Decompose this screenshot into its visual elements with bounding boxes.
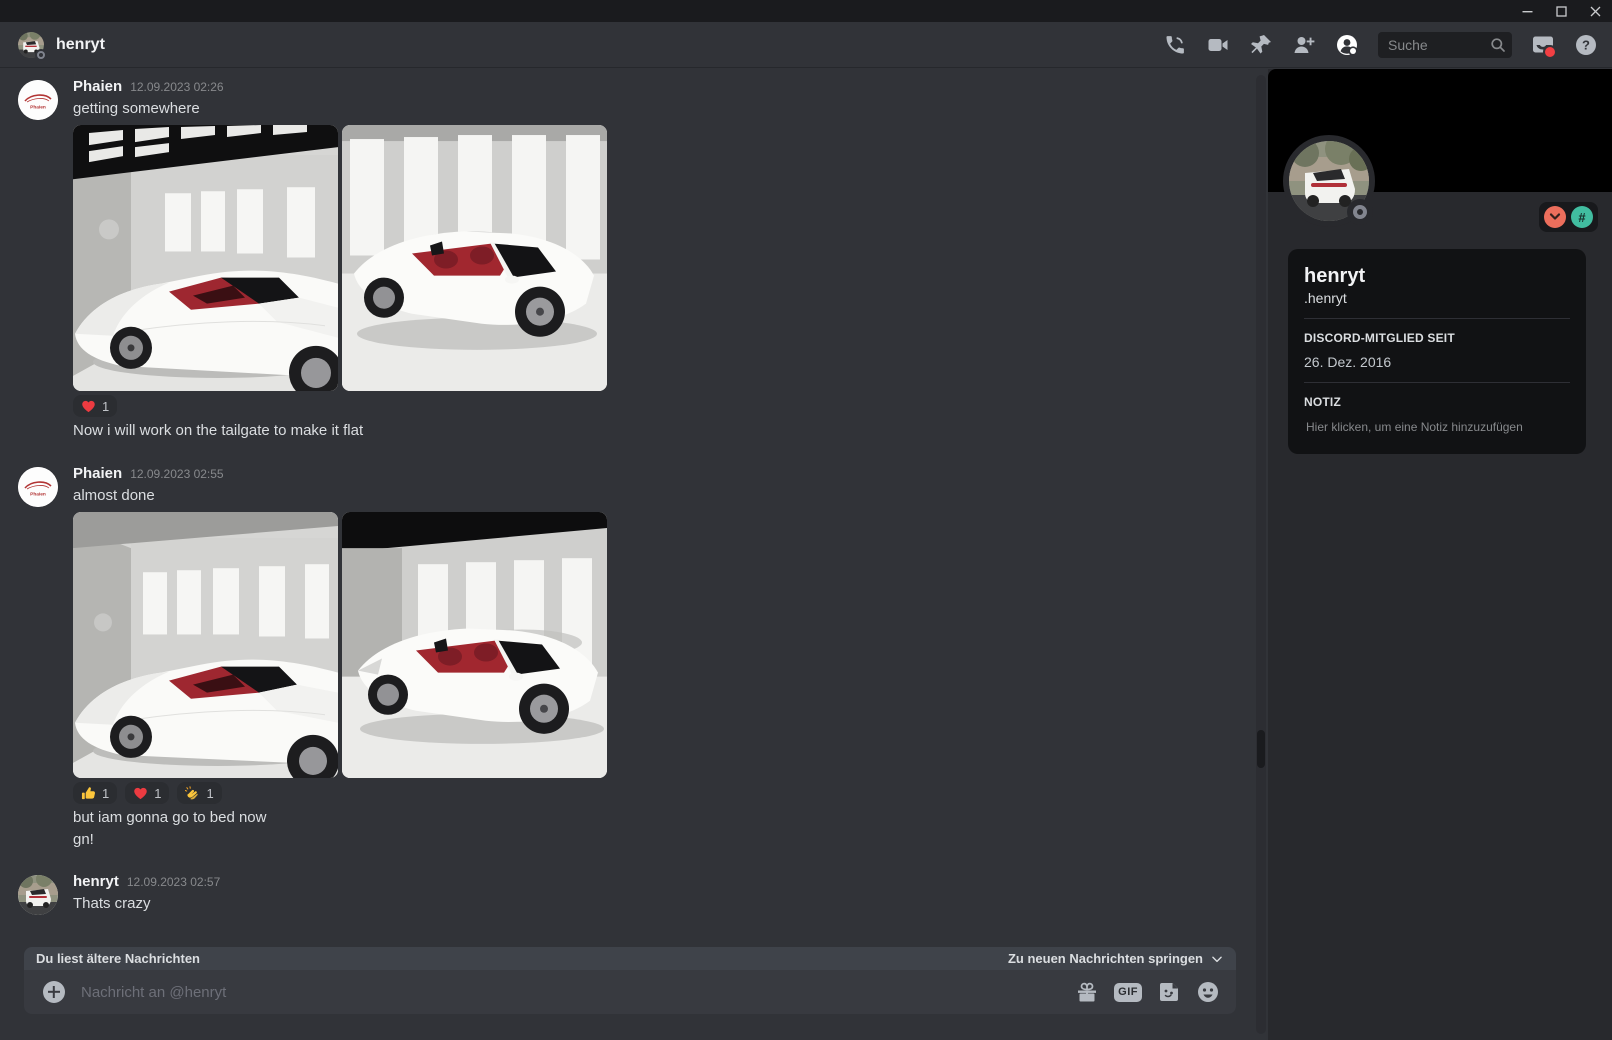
heart-emoji: [134, 787, 147, 799]
profile-card: henryt .henryt DISCORD-MITGLIED SEIT 26.…: [1288, 249, 1586, 454]
member-since-label: DISCORD-MITGLIED SEIT: [1304, 331, 1455, 345]
attachment-row: [73, 125, 1254, 391]
help-icon[interactable]: ?: [1574, 33, 1598, 57]
message-text: almost done: [73, 487, 155, 504]
gif-icon[interactable]: GIF: [1114, 982, 1142, 1002]
maximize-icon[interactable]: [1544, 0, 1578, 22]
message-timestamp: 12.09.2023 02:55: [130, 467, 224, 481]
message-group: Phaien Phaien 12.09.2023 02:55 almost do…: [0, 465, 1254, 851]
heart-emoji: [82, 400, 95, 412]
offline-status-icon: [1347, 199, 1373, 225]
message-text: gn!: [73, 831, 94, 848]
message-list: Phaien Phaien 12.09.2023 02:26 getting s…: [0, 69, 1254, 944]
composer-block: Du liest ältere Nachrichten Zu neuen Nac…: [24, 947, 1236, 1014]
svg-text:Phaien: Phaien: [30, 105, 46, 111]
main-area: Phaien Phaien 12.09.2023 02:26 getting s…: [0, 69, 1612, 1040]
chat-scrollbar-track[interactable]: [1256, 75, 1266, 1034]
profile-badges: #: [1539, 202, 1598, 232]
profile-display-name: henryt: [1304, 265, 1366, 287]
svg-text:Phaien: Phaien: [30, 492, 46, 498]
attachment-image[interactable]: [342, 125, 607, 391]
message-author[interactable]: henryt: [73, 873, 119, 890]
message-author[interactable]: Phaien: [73, 78, 122, 95]
message-timestamp: 12.09.2023 02:26: [130, 80, 224, 94]
message-text: but iam gonna go to bed now: [73, 809, 267, 826]
reading-older-label: Du liest ältere Nachrichten: [36, 951, 200, 966]
avatar[interactable]: Phaien: [18, 80, 58, 120]
user-profile-icon[interactable]: [1335, 33, 1359, 57]
message-group: henryt 12.09.2023 02:57 Thats crazy: [0, 873, 1254, 915]
profile-avatar[interactable]: [1283, 135, 1375, 227]
dm-title: henryt: [56, 35, 105, 53]
discord-dm-window: { "titlebar": {"icons": ["minimize-icon"…: [0, 0, 1612, 1040]
svg-text:?: ?: [1582, 37, 1590, 52]
attachment-image[interactable]: [342, 512, 607, 778]
reaction-count: 1: [102, 398, 110, 414]
reactions-row: 1: [73, 395, 1254, 417]
reaction-thumbsup[interactable]: 1: [73, 782, 118, 804]
attachment-row: [73, 512, 1254, 778]
avatar[interactable]: Phaien: [18, 467, 58, 507]
message-text: getting somewhere: [73, 100, 200, 117]
add-attachment-icon[interactable]: [43, 981, 65, 1003]
video-call-icon[interactable]: [1206, 33, 1230, 57]
attachment-image[interactable]: [73, 512, 338, 778]
chat-pane: Phaien Phaien 12.09.2023 02:26 getting s…: [0, 69, 1268, 1040]
avatar[interactable]: [18, 875, 58, 915]
search-icon: [1491, 37, 1505, 52]
message-text: Thats crazy: [73, 895, 151, 912]
inbox-icon[interactable]: [1531, 33, 1557, 59]
sticker-icon[interactable]: [1157, 980, 1181, 1004]
pin-icon[interactable]: [1249, 33, 1273, 57]
hypesquad-badge-icon[interactable]: [1544, 206, 1566, 228]
emoji-icon[interactable]: [1196, 980, 1220, 1004]
message-author[interactable]: Phaien: [73, 465, 122, 482]
inbox-notification-dot: [1543, 44, 1557, 59]
legacy-username-badge-icon[interactable]: #: [1571, 206, 1593, 228]
reaction-count: 1: [154, 785, 162, 801]
reaction-heart[interactable]: 1: [73, 395, 118, 417]
close-icon[interactable]: [1578, 0, 1612, 22]
message-text: Now i will work on the tailgate to make …: [73, 422, 364, 439]
chat-scrollbar-thumb[interactable]: [1257, 730, 1265, 768]
dm-avatar[interactable]: [18, 31, 47, 61]
profile-username: .henryt: [1304, 290, 1347, 306]
offline-status-icon: [35, 48, 47, 61]
search-input[interactable]: [1386, 35, 1490, 54]
attachment-image[interactable]: [73, 125, 338, 391]
reaction-count: 1: [206, 785, 214, 801]
unread-messages-bar[interactable]: Du liest ältere Nachrichten Zu neuen Nac…: [24, 947, 1236, 970]
message-composer: GIF: [24, 970, 1236, 1014]
search-box[interactable]: [1378, 31, 1512, 58]
chevron-down-icon: [1212, 956, 1222, 962]
note-placeholder[interactable]: Hier klicken, um eine Notiz hinzuzufügen: [1304, 418, 1570, 436]
gift-icon[interactable]: [1075, 980, 1099, 1004]
user-profile-panel: # henryt .henryt DISCORD-MITGLIED SEIT 2…: [1268, 69, 1612, 1040]
divider: [1304, 382, 1570, 383]
add-friend-icon[interactable]: [1292, 33, 1316, 57]
thumbsup-emoji: [81, 786, 95, 799]
reaction-clap[interactable]: 1: [177, 782, 222, 804]
jump-to-new-button[interactable]: Zu neuen Nachrichten springen: [1008, 951, 1224, 966]
reactions-row: 1 1 1: [73, 782, 1254, 804]
clap-emoji: [185, 785, 199, 799]
window-titlebar: [0, 0, 1612, 22]
message-input[interactable]: [79, 982, 1076, 1002]
divider: [1304, 318, 1570, 319]
reaction-count: 1: [102, 785, 110, 801]
minimize-icon[interactable]: [1510, 0, 1544, 22]
member-since-value: 26. Dez. 2016: [1304, 354, 1392, 370]
channel-header: henryt ?: [0, 22, 1612, 68]
reaction-heart[interactable]: 1: [125, 782, 170, 804]
message-timestamp: 12.09.2023 02:57: [126, 875, 221, 889]
note-label: NOTIZ: [1304, 395, 1341, 409]
message-group: Phaien Phaien 12.09.2023 02:26 getting s…: [0, 78, 1254, 442]
voice-call-icon[interactable]: [1163, 33, 1187, 57]
